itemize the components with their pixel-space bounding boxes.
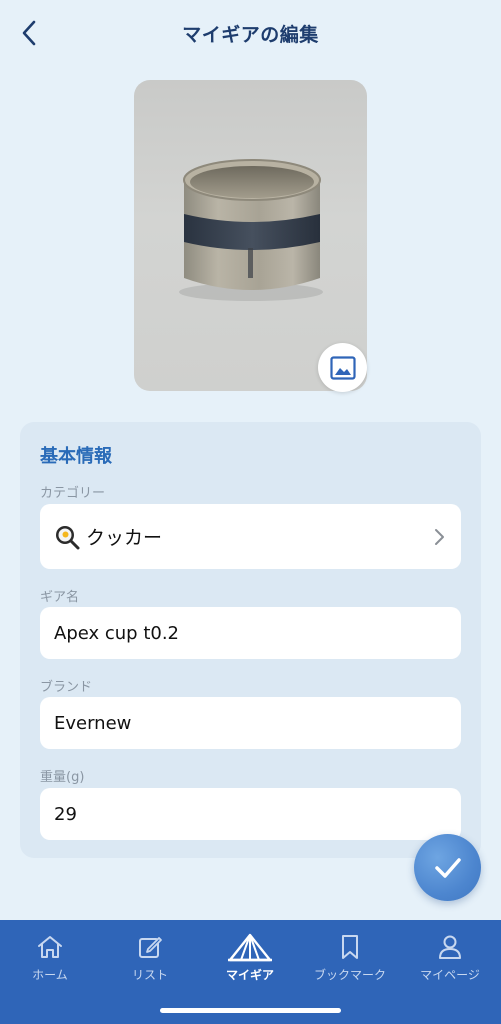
frying-pan-icon <box>56 525 80 549</box>
weight-value: 29 <box>54 803 77 825</box>
brand-label: ブランド <box>40 680 93 695</box>
category-label: カテゴリー <box>40 486 106 501</box>
gear-name-value: Apex cup t0.2 <box>54 622 180 644</box>
tab-mypage[interactable]: マイページ <box>400 932 500 988</box>
tab-home[interactable]: ホーム <box>0 932 100 988</box>
home-indicator[interactable] <box>160 1008 341 1013</box>
gear-name-label: ギア名 <box>40 590 80 605</box>
weight-label: 重量(g) <box>40 770 85 785</box>
tab-home-label: ホーム <box>32 968 68 982</box>
home-icon <box>38 936 62 958</box>
page-title: マイギアの編集 <box>182 24 319 46</box>
tab-list-label: リスト <box>131 968 168 982</box>
edit-icon <box>139 937 162 958</box>
tab-mypage-label: マイページ <box>420 968 480 982</box>
basic-info-card: 基本情報 カテゴリー クッカー ギア名 Apex cup t0.2 ブランド E… <box>20 422 481 858</box>
person-icon <box>439 935 461 959</box>
category-selector[interactable]: クッカー <box>40 504 461 569</box>
bookmark-icon <box>342 935 358 959</box>
change-image-button[interactable] <box>318 343 367 392</box>
tab-bookmark[interactable]: ブックマーク <box>300 932 400 988</box>
image-icon <box>329 355 356 380</box>
tent-icon <box>228 933 272 962</box>
save-button[interactable] <box>414 834 481 901</box>
gear-name-input[interactable]: Apex cup t0.2 <box>40 607 461 659</box>
section-title: 基本情報 <box>40 446 112 467</box>
category-value: クッカー <box>86 527 163 549</box>
tab-mygear[interactable]: マイギア <box>200 932 300 988</box>
chevron-right-icon <box>435 528 444 545</box>
check-icon <box>434 857 461 878</box>
brand-input[interactable]: Evernew <box>40 697 461 749</box>
header: マイギアの編集 <box>0 0 501 66</box>
weight-input[interactable]: 29 <box>40 788 461 840</box>
tab-list[interactable]: リスト <box>100 932 200 988</box>
tab-bookmark-label: ブックマーク <box>313 968 386 982</box>
brand-value: Evernew <box>54 712 132 734</box>
tab-mygear-label: マイギア <box>225 968 274 982</box>
